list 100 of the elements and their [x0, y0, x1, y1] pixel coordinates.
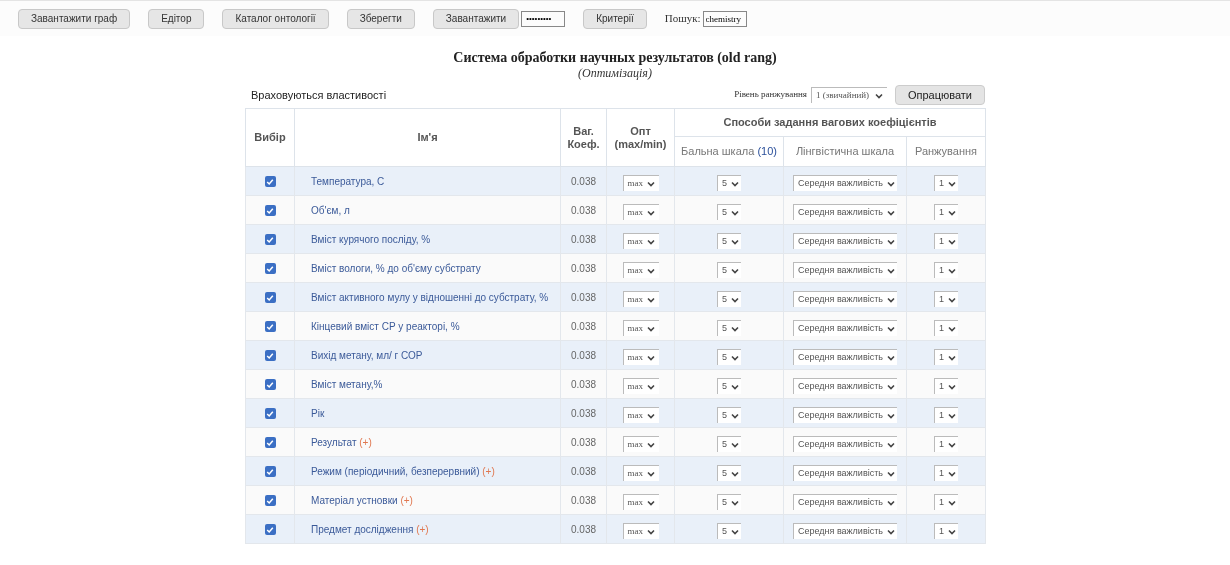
chevron-down-icon [887, 180, 895, 187]
dropdown[interactable]: 5 [717, 523, 741, 540]
check-icon [266, 351, 274, 360]
dropdown[interactable]: Середня важливість [793, 494, 897, 511]
dropdown[interactable]: 1 [934, 436, 958, 453]
dropdown[interactable]: 5 [717, 407, 741, 424]
process-button[interactable]: Опрацювати [894, 85, 985, 105]
dropdown[interactable]: 1 [934, 407, 958, 424]
checkbox[interactable] [264, 292, 276, 304]
dropdown[interactable]: max [622, 233, 659, 250]
dropdown[interactable]: max [622, 320, 659, 337]
dropdown[interactable]: 1 [934, 349, 958, 366]
dropdown[interactable]: Середня важливість [793, 465, 897, 482]
property-link[interactable]: Режим (періодичний, безперервний) [311, 465, 480, 477]
chevron-down-icon [887, 528, 895, 535]
dropdown[interactable]: 1 (звичайний) [810, 87, 887, 103]
toolbar-button[interactable]: Завантажити [432, 8, 520, 29]
dropdown[interactable]: 5 [717, 436, 741, 453]
dropdown[interactable]: 5 [717, 494, 741, 511]
dropdown[interactable]: Середня важливість [793, 523, 897, 540]
dropdown[interactable]: 1 [934, 175, 958, 192]
dropdown[interactable]: Середня важливість [793, 320, 897, 337]
dropdown[interactable]: Середня важливість [793, 349, 897, 366]
property-link[interactable]: Матеріал устновки [311, 494, 398, 506]
checkbox[interactable] [264, 205, 276, 217]
dropdown[interactable]: Середня важливість [793, 204, 897, 221]
chevron-down-icon [647, 470, 655, 477]
dropdown[interactable]: Середня важливість [793, 436, 897, 453]
property-link[interactable]: Рік [311, 407, 325, 419]
check-icon [266, 525, 274, 534]
property-link[interactable]: Вміст метану,% [311, 378, 383, 390]
property-link[interactable]: Вміст курячого посліду, % [311, 233, 431, 245]
property-link[interactable]: Предмет дослідження [311, 523, 414, 535]
dropdown[interactable]: 5 [717, 291, 741, 308]
dropdown[interactable]: max [622, 204, 659, 221]
dropdown[interactable]: max [622, 291, 659, 308]
dropdown[interactable]: max [622, 523, 659, 540]
dropdown[interactable]: 1 [934, 465, 958, 482]
dropdown[interactable]: Середня важливість [793, 378, 897, 395]
dropdown[interactable]: 5 [717, 233, 741, 250]
dropdown[interactable]: 1 [934, 494, 958, 511]
dropdown[interactable]: 1 [934, 320, 958, 337]
dropdown[interactable]: max [622, 436, 659, 453]
password-field[interactable]: ••••••••• [521, 10, 566, 27]
dropdown[interactable]: max [622, 407, 659, 424]
property-link[interactable]: Вихід метану, мл/ г СОР [311, 349, 423, 361]
dropdown[interactable]: max [622, 349, 659, 366]
dropdown[interactable]: 5 [717, 378, 741, 395]
dropdown[interactable]: 5 [717, 465, 741, 482]
dropdown[interactable]: max [622, 175, 659, 192]
dropdown[interactable]: Середня важливість [793, 291, 897, 308]
checkbox[interactable] [264, 176, 276, 188]
chevron-down-icon [731, 383, 739, 390]
dropdown[interactable]: 1 [934, 523, 958, 540]
property-link[interactable]: Об'єм, л [311, 204, 350, 216]
checkbox[interactable] [264, 350, 276, 362]
toolbar-button[interactable]: Каталог онтології [222, 8, 329, 29]
dropdown[interactable]: Середня важливість [793, 175, 897, 192]
chevron-down-icon [647, 325, 655, 332]
chevron-down-icon [948, 383, 956, 390]
dropdown[interactable]: max [622, 262, 659, 279]
property-link[interactable]: Результат [311, 436, 357, 448]
dropdown[interactable]: max [622, 494, 659, 511]
chevron-down-icon [647, 238, 655, 245]
dropdown[interactable]: Середня важливість [793, 262, 897, 279]
checkbox[interactable] [264, 466, 276, 478]
dropdown[interactable]: max [622, 465, 659, 482]
dropdown[interactable]: 1 [934, 233, 958, 250]
dropdown[interactable]: 5 [717, 204, 741, 221]
checkbox[interactable] [264, 408, 276, 420]
check-icon [266, 293, 274, 302]
checkbox[interactable] [264, 437, 276, 449]
toolbar-button[interactable]: Едітор [148, 8, 205, 29]
dropdown[interactable]: max [622, 378, 659, 395]
dropdown[interactable]: 5 [717, 349, 741, 366]
chevron-down-icon [731, 267, 739, 274]
toolbar-button[interactable]: Зберегти [346, 8, 415, 29]
dropdown[interactable]: 5 [717, 175, 741, 192]
count-link[interactable]: (10) [757, 145, 777, 158]
checkbox[interactable] [264, 263, 276, 275]
checkbox[interactable] [264, 379, 276, 391]
property-link[interactable]: Температура, С [311, 175, 385, 187]
checkbox[interactable] [264, 321, 276, 333]
dropdown[interactable]: 1 [934, 262, 958, 279]
dropdown[interactable]: 1 [934, 291, 958, 308]
ranking-level-label: Рівень ранжування [734, 88, 807, 102]
dropdown[interactable]: Середня важливість [793, 407, 897, 424]
dropdown[interactable]: 5 [717, 320, 741, 337]
chevron-down-icon [948, 267, 956, 274]
checkbox[interactable] [264, 234, 276, 246]
search-field[interactable]: chemistry [702, 10, 747, 27]
checkbox[interactable] [264, 495, 276, 507]
dropdown[interactable]: 5 [717, 262, 741, 279]
dropdown[interactable]: 1 [934, 204, 958, 221]
checkbox[interactable] [264, 524, 276, 536]
toolbar-button[interactable]: Критерії [583, 8, 647, 29]
toolbar-button[interactable]: Завантажити граф [18, 8, 131, 29]
chevron-down-icon [887, 296, 895, 303]
dropdown[interactable]: 1 [934, 378, 958, 395]
dropdown[interactable]: Середня важливість [793, 233, 897, 250]
